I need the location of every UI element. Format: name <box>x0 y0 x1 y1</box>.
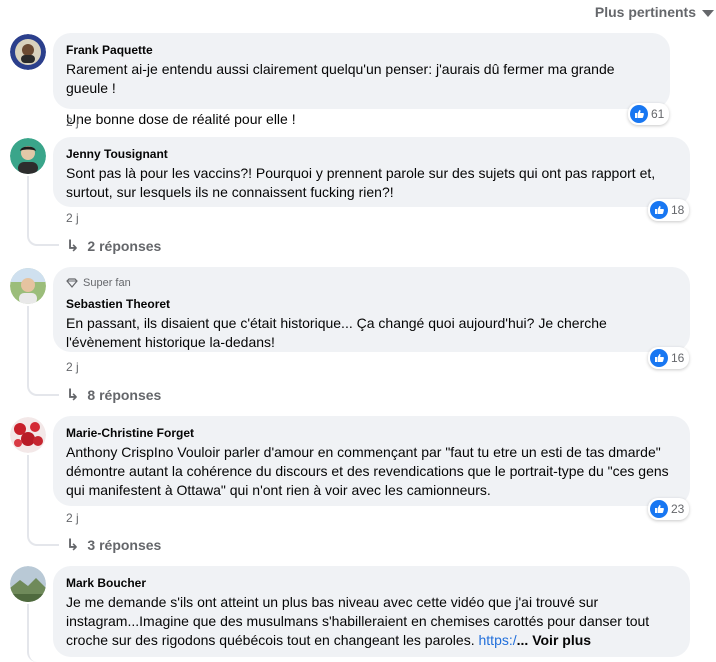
reply-arrow-icon: ↳ <box>66 387 80 404</box>
view-replies-link[interactable]: ↳ 2 réponses <box>66 236 161 256</box>
see-more-link[interactable]: ... Voir plus <box>517 632 591 648</box>
comment-link[interactable]: https:/ <box>479 632 517 648</box>
view-replies-link[interactable]: ↳ 3 réponses <box>66 535 161 555</box>
reply-thread-line <box>27 176 59 246</box>
reply-thread-line <box>27 604 59 662</box>
super-fan-badge: Super fan <box>66 276 678 290</box>
comment-text: Sont pas là pour les vaccins?! Pourquoi … <box>66 165 656 200</box>
comment-author[interactable]: Sebastien Theoret <box>66 296 678 312</box>
reaction-number: 16 <box>671 351 685 365</box>
replies-count: 2 réponses <box>87 238 162 254</box>
comment-bubble: Marie-Christine Forget Anthony CrispIno … <box>53 416 690 506</box>
reaction-count[interactable]: 61 <box>628 103 670 125</box>
reply-thread-line <box>27 306 59 396</box>
comment-paragraph: Une bonne dose de réalité pour elle ! <box>66 111 296 127</box>
comment-paragraph: Rarement ai-je entendu aussi clairement … <box>66 61 615 96</box>
comment-text: En passant, ils disaient que c'était his… <box>66 315 607 350</box>
comment-text: Anthony CrispIno Vouloir parler d'amour … <box>66 444 669 498</box>
like-icon <box>650 500 668 518</box>
like-icon <box>630 105 648 123</box>
like-icon <box>650 201 668 219</box>
timestamp[interactable]: 2 j <box>66 511 79 525</box>
comment-author[interactable]: Marie-Christine Forget <box>66 425 678 441</box>
avatar[interactable] <box>10 138 46 174</box>
reaction-count[interactable]: 18 <box>648 199 690 221</box>
reaction-number: 23 <box>671 502 685 516</box>
badge-label: Super fan <box>83 277 131 289</box>
diamond-icon <box>66 278 78 288</box>
comment-bubble: Super fan Sebastien Theoret En passant, … <box>53 267 690 352</box>
like-icon <box>650 349 668 367</box>
comment-bubble: Jenny Tousignant Sont pas là pour les va… <box>53 137 690 207</box>
reaction-number: 61 <box>651 107 665 121</box>
comment-bubble: Frank Paquette Rarement ai-je entendu au… <box>53 33 670 127</box>
avatar[interactable] <box>10 417 46 453</box>
replies-count: 8 réponses <box>87 387 162 403</box>
reply-arrow-icon: ↳ <box>66 238 80 255</box>
comment-text: Rarement ai-je entendu aussi clairement … <box>66 60 658 129</box>
comment-bubble: Mark Boucher Je me demande s'ils ont att… <box>53 566 690 657</box>
timestamp[interactable]: 2 j <box>66 360 79 374</box>
comment-author[interactable]: Mark Boucher <box>66 575 678 591</box>
avatar[interactable] <box>10 34 46 70</box>
reaction-number: 18 <box>671 203 685 217</box>
replies-count: 3 réponses <box>87 537 162 553</box>
timestamp[interactable]: 2 j <box>66 115 79 129</box>
sort-label: Plus pertinents <box>594 4 696 20</box>
reply-arrow-icon: ↳ <box>66 537 80 554</box>
reply-thread-line <box>27 455 59 546</box>
comment-author[interactable]: Frank Paquette <box>66 42 658 58</box>
timestamp[interactable]: 2 j <box>66 211 79 225</box>
caret-down-icon <box>702 9 714 17</box>
reaction-count[interactable]: 23 <box>648 498 690 520</box>
comment-text: Je me demande s'ils ont atteint un plus … <box>66 593 678 650</box>
avatar[interactable] <box>10 566 46 602</box>
reaction-count[interactable]: 16 <box>648 347 690 369</box>
sort-dropdown[interactable]: Plus pertinents <box>595 4 714 20</box>
avatar[interactable] <box>10 268 46 304</box>
view-replies-link[interactable]: ↳ 8 réponses <box>66 385 161 405</box>
comment-author[interactable]: Jenny Tousignant <box>66 146 678 162</box>
